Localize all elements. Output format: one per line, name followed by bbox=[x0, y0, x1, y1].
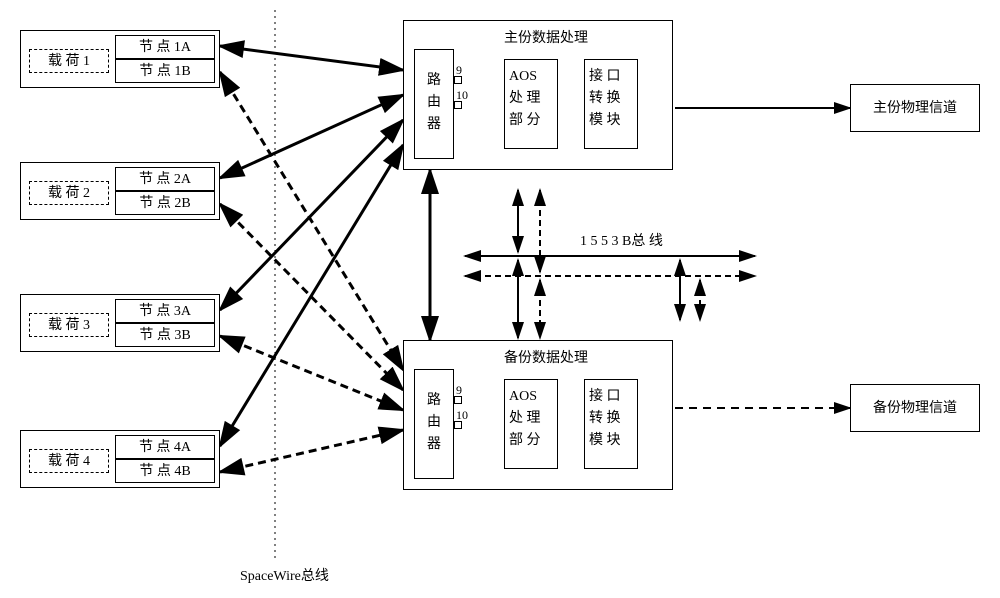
node-3b: 节 点 3B bbox=[115, 323, 215, 347]
backup-channel: 备份物理信道 bbox=[850, 384, 980, 432]
primary-processor: 主份数据处理 路 由 器 9 10 AOS 处 理 部 分 接 口 转 换 模 … bbox=[403, 20, 673, 170]
primary-router: 路 由 器 bbox=[414, 49, 454, 159]
primary-title: 主份数据处理 bbox=[504, 27, 588, 47]
node-1a: 节 点 1A bbox=[115, 35, 215, 59]
node-4b: 节 点 4B bbox=[115, 459, 215, 483]
payload-4: 载 荷 4 节 点 4A 节 点 4B bbox=[20, 430, 220, 488]
payload-3-label: 载 荷 3 bbox=[29, 313, 109, 337]
backup-port9-sq bbox=[454, 396, 462, 404]
backup-processor: 备份数据处理 路 由 器 9 10 AOS 处 理 部 分 接 口 转 换 模 … bbox=[403, 340, 673, 490]
payload-2-label: 载 荷 2 bbox=[29, 181, 109, 205]
node-3a: 节 点 3A bbox=[115, 299, 215, 323]
backup-title: 备份数据处理 bbox=[504, 347, 588, 367]
backup-intf: 接 口 转 换 模 块 bbox=[584, 379, 638, 469]
backup-port10-sq bbox=[454, 421, 462, 429]
backup-aos: AOS 处 理 部 分 bbox=[504, 379, 558, 469]
payload-3: 载 荷 3 节 点 3A 节 点 3B bbox=[20, 294, 220, 352]
bus-1553b-label: 1 5 5 3 B总 线 bbox=[580, 230, 663, 250]
node-2a: 节 点 2A bbox=[115, 167, 215, 191]
backup-router: 路 由 器 bbox=[414, 369, 454, 479]
primary-port10-sq bbox=[454, 101, 462, 109]
node-1b: 节 点 1B bbox=[115, 59, 215, 83]
payload-2: 载 荷 2 节 点 2A 节 点 2B bbox=[20, 162, 220, 220]
primary-channel: 主份物理信道 bbox=[850, 84, 980, 132]
primary-aos: AOS 处 理 部 分 bbox=[504, 59, 558, 149]
primary-intf: 接 口 转 换 模 块 bbox=[584, 59, 638, 149]
spacewire-label: SpaceWire总线 bbox=[240, 565, 329, 585]
payload-1: 载 荷 1 节 点 1A 节 点 1B bbox=[20, 30, 220, 88]
node-2b: 节 点 2B bbox=[115, 191, 215, 215]
payload-1-label: 载 荷 1 bbox=[29, 49, 109, 73]
diagram-canvas: 载 荷 1 节 点 1A 节 点 1B 载 荷 2 节 点 2A 节 点 2B … bbox=[0, 0, 1000, 598]
primary-port9-sq bbox=[454, 76, 462, 84]
payload-4-label: 载 荷 4 bbox=[29, 449, 109, 473]
node-4a: 节 点 4A bbox=[115, 435, 215, 459]
